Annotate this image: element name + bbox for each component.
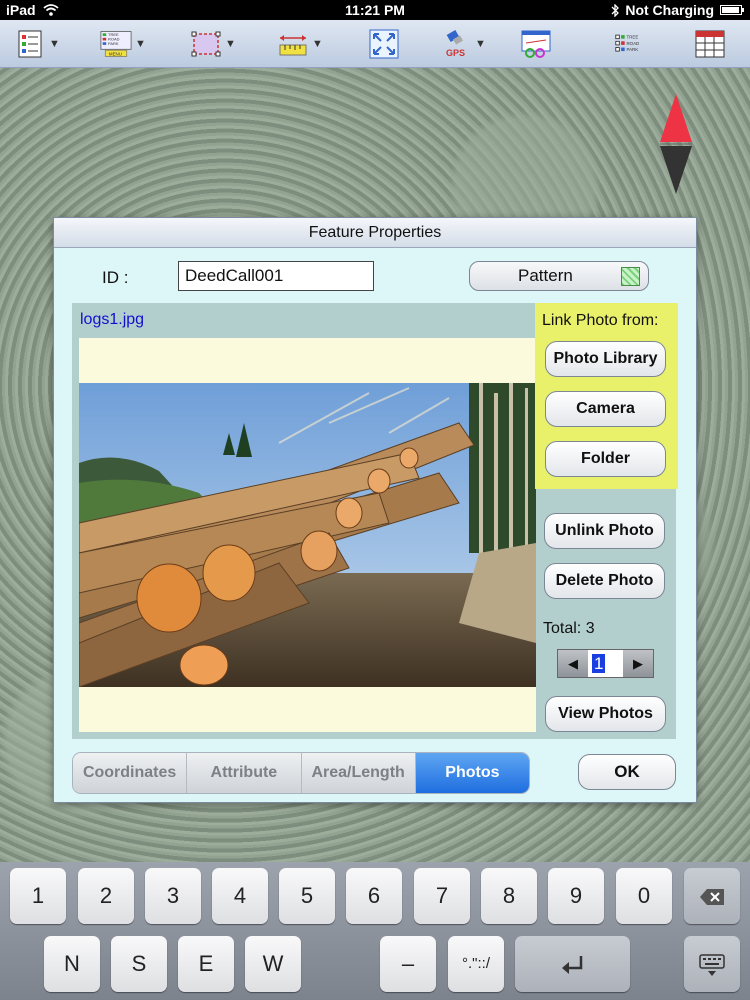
chevron-down-icon: ▼ — [49, 38, 60, 50]
pattern-label: Pattern — [518, 266, 573, 285]
map-settings-tool[interactable] — [520, 26, 552, 62]
layer-checklist-icon: TREE ROAD PARK — [615, 34, 639, 52]
photo-area — [79, 338, 536, 732]
layer-checklist-tool[interactable]: TREE ROAD PARK — [614, 26, 646, 62]
key-0[interactable]: 0 — [616, 868, 672, 924]
status-right: Not Charging — [611, 2, 744, 18]
dialog-title: Feature Properties — [54, 218, 696, 248]
log-pile-photo[interactable] — [79, 383, 536, 687]
key-w[interactable]: W — [245, 936, 301, 992]
status-bar: iPad 11:21 PM Not Charging — [0, 0, 750, 20]
layer-menu-icon: TREE ROAD PARK MENU — [100, 31, 132, 57]
tab-attribute[interactable]: Attribute — [187, 753, 302, 793]
bluetooth-icon — [611, 3, 620, 17]
photo-filename: logs1.jpg — [80, 311, 145, 328]
pattern-button[interactable]: Pattern — [469, 261, 649, 291]
chevron-down-icon: ▼ — [135, 38, 146, 50]
charging-status: Not Charging — [625, 2, 714, 18]
table-icon — [695, 30, 725, 58]
gps-icon: GPS — [446, 30, 465, 58]
delete-photo-button[interactable]: Delete Photo — [544, 563, 665, 599]
key-s[interactable]: S — [111, 936, 167, 992]
key-6[interactable]: 6 — [346, 868, 402, 924]
svg-text:PARK: PARK — [626, 47, 638, 52]
tab-area-length[interactable]: Area/Length — [301, 753, 416, 793]
key-coordinate-symbols[interactable]: °."::/ — [448, 936, 504, 992]
battery-icon — [720, 5, 744, 15]
key-3[interactable]: 3 — [145, 868, 201, 924]
zoom-extent-tool[interactable] — [368, 26, 400, 62]
tab-coordinates[interactable]: Coordinates — [73, 753, 188, 793]
photo-total: Total: 3 — [543, 620, 595, 637]
stepper-value-text: 1 — [592, 654, 606, 673]
hide-keyboard-key[interactable] — [684, 936, 740, 992]
svg-text:ROAD: ROAD — [626, 41, 639, 46]
key-9[interactable]: 9 — [548, 868, 604, 924]
chevron-down-icon: ▼ — [475, 38, 486, 50]
layer-menu-tool[interactable]: TREE ROAD PARK MENU ▼ — [100, 26, 146, 62]
svg-text:TREE: TREE — [626, 35, 638, 40]
id-input[interactable]: DeedCall001 — [178, 261, 374, 291]
camera-button[interactable]: Camera — [545, 391, 666, 427]
photo-library-button[interactable]: Photo Library — [545, 341, 666, 377]
link-photo-title: Link Photo from: — [542, 312, 659, 329]
chevron-down-icon: ▼ — [225, 38, 236, 50]
table-tool[interactable] — [694, 26, 726, 62]
tab-photos[interactable]: Photos — [415, 753, 529, 793]
previous-arrow-icon[interactable]: ◀ — [558, 650, 588, 677]
keyboard-hide-icon — [699, 954, 725, 977]
ruler-icon — [279, 35, 307, 56]
view-photos-button[interactable]: View Photos — [545, 696, 666, 732]
key-n[interactable]: N — [44, 936, 100, 992]
chevron-down-icon: ▼ — [312, 38, 323, 50]
boundary-tool[interactable]: ▼ — [190, 26, 236, 62]
map-settings-icon — [521, 30, 551, 58]
stepper-value[interactable]: 1 — [588, 650, 623, 677]
tab-bar: Coordinates Attribute Area/Length Photos — [72, 752, 530, 794]
key-5[interactable]: 5 — [279, 868, 335, 924]
svg-text:PARK: PARK — [108, 41, 119, 46]
boundary-icon — [191, 31, 221, 57]
id-label: ID : — [102, 268, 129, 287]
folder-button[interactable]: Folder — [545, 441, 666, 477]
ok-button[interactable]: OK — [578, 754, 676, 790]
tree-list-icon — [18, 30, 42, 58]
ruler-tool[interactable]: ▼ — [277, 26, 323, 62]
key-2[interactable]: 2 — [78, 868, 134, 924]
key-4[interactable]: 4 — [212, 868, 268, 924]
compass-icon[interactable] — [656, 94, 696, 194]
svg-text:MENU: MENU — [109, 52, 122, 57]
next-arrow-icon[interactable]: ▶ — [623, 650, 653, 677]
backspace-icon — [700, 889, 724, 906]
feature-properties-dialog: Feature Properties ID : DeedCall001 Patt… — [53, 217, 697, 803]
key-8[interactable]: 8 — [481, 868, 537, 924]
return-icon — [561, 956, 582, 975]
backspace-key[interactable] — [684, 868, 740, 924]
return-key[interactable] — [515, 936, 630, 992]
photo-stepper[interactable]: ◀ 1 ▶ — [557, 649, 654, 678]
link-photo-box: Link Photo from: Photo Library Camera Fo… — [535, 303, 678, 489]
unlink-photo-button[interactable]: Unlink Photo — [544, 513, 665, 549]
key-7[interactable]: 7 — [414, 868, 470, 924]
key-e[interactable]: E — [178, 936, 234, 992]
tree-list-tool[interactable]: ▼ — [14, 26, 60, 62]
gps-tool[interactable]: GPS ▼ — [440, 26, 486, 62]
numeric-keyboard: 1 2 3 4 5 6 7 8 9 0 N S E W – °."::/ — [0, 862, 750, 1000]
key-dash[interactable]: – — [380, 936, 436, 992]
zoom-extent-icon — [369, 29, 399, 59]
svg-text:GPS: GPS — [446, 48, 465, 58]
key-1[interactable]: 1 — [10, 868, 66, 924]
toolbar: ▼ TREE ROAD PARK MENU ▼ ▼ ▼ GPS ▼ TREE R… — [0, 20, 750, 68]
pattern-swatch-icon — [621, 267, 640, 286]
